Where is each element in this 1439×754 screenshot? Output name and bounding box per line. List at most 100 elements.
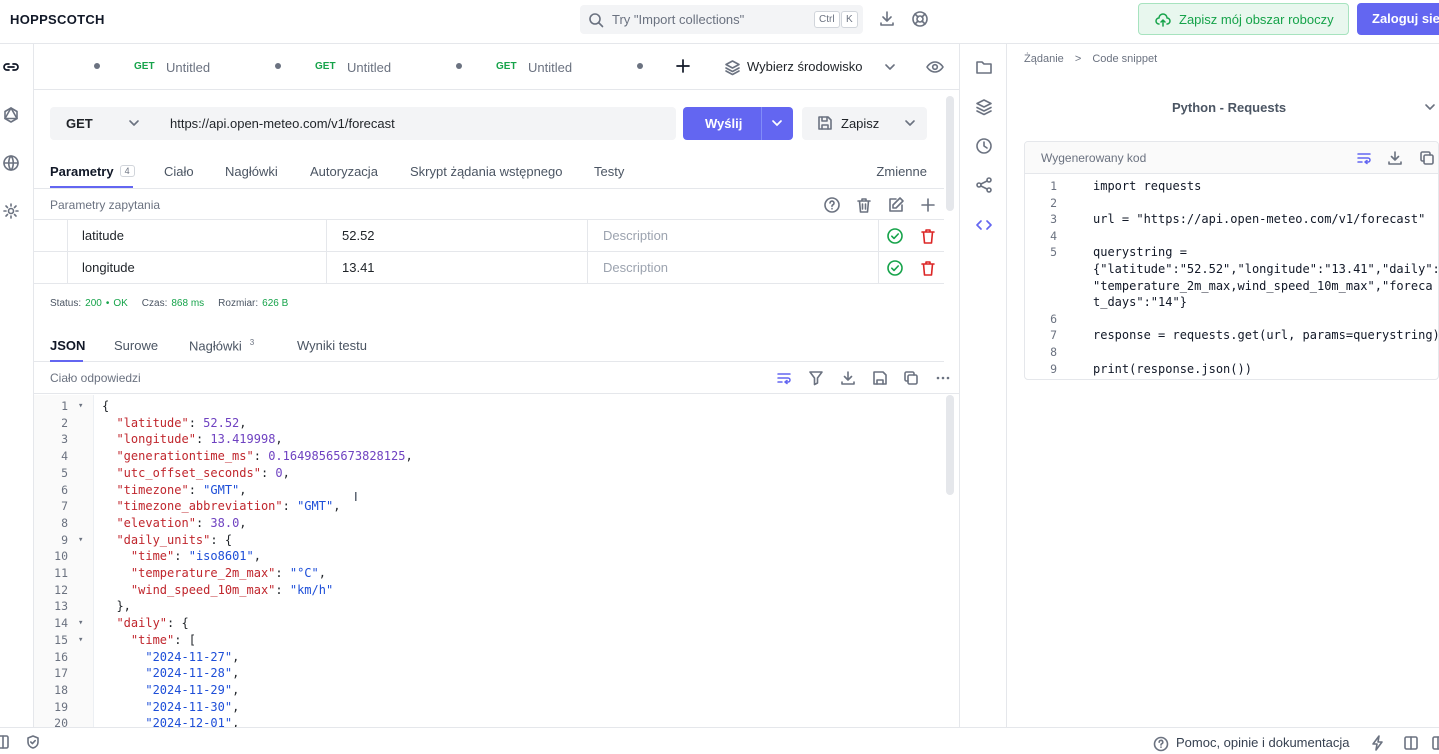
code-text: "2024-12-01", bbox=[102, 715, 239, 727]
request-tab[interactable]: GET Untitled bbox=[396, 44, 577, 90]
request-tab[interactable] bbox=[577, 44, 643, 90]
login-button[interactable]: Zaloguj sie bbox=[1357, 3, 1439, 35]
wrap-lines-icon[interactable] bbox=[776, 370, 792, 386]
code-line: 5 "utc_offset_seconds": 0, bbox=[34, 465, 934, 482]
trash-icon[interactable] bbox=[855, 196, 873, 214]
size-value: 626 B bbox=[262, 298, 289, 309]
delete-trash-icon[interactable] bbox=[919, 259, 937, 277]
save-disk-icon[interactable] bbox=[872, 370, 888, 386]
tab-tests[interactable]: Testy bbox=[594, 164, 624, 179]
line-number: 8 bbox=[1050, 345, 1057, 359]
app-logo[interactable]: HOPPSCOTCH bbox=[10, 12, 105, 27]
graphql-icon[interactable] bbox=[2, 106, 20, 124]
sidebar-right-icon[interactable] bbox=[1432, 735, 1439, 751]
copy-icon[interactable] bbox=[1419, 150, 1435, 166]
param-key[interactable]: latitude bbox=[82, 228, 124, 243]
download-icon[interactable] bbox=[1387, 150, 1403, 166]
settings-gear-icon[interactable] bbox=[2, 202, 20, 220]
shield-check-icon[interactable] bbox=[26, 735, 40, 749]
breadcrumb-request[interactable]: Żądanie bbox=[1024, 53, 1064, 65]
method-select[interactable]: GET bbox=[66, 116, 93, 131]
search-bar[interactable]: Try "Import collections" Ctrl K bbox=[580, 5, 863, 34]
chevron-down-icon[interactable] bbox=[771, 117, 783, 129]
tab-authorization[interactable]: Autoryzacja bbox=[310, 164, 378, 179]
line-number: 10 bbox=[54, 549, 68, 564]
more-options-icon[interactable] bbox=[935, 370, 951, 386]
bulk-edit-icon[interactable] bbox=[887, 196, 905, 214]
add-param-plus-icon[interactable] bbox=[919, 196, 937, 214]
param-description[interactable]: Description bbox=[603, 260, 668, 275]
editor-scrollbar[interactable] bbox=[946, 395, 954, 495]
history-clock-icon[interactable] bbox=[975, 137, 993, 155]
code-line: 9 ▾ "daily_units": { bbox=[34, 532, 934, 549]
tab-body[interactable]: Ciało bbox=[164, 164, 194, 179]
fold-toggle-icon[interactable]: ▾ bbox=[78, 615, 83, 632]
fold-toggle-icon[interactable]: ▾ bbox=[78, 632, 83, 649]
check-circle-icon[interactable] bbox=[886, 227, 904, 245]
fold-toggle-icon[interactable]: ▾ bbox=[78, 398, 83, 415]
chevron-down-icon[interactable] bbox=[128, 117, 140, 129]
param-value[interactable]: 52.52 bbox=[342, 228, 375, 243]
code-token: 0.16498565673828125 bbox=[268, 449, 406, 464]
save-workspace-button[interactable]: Zapisz mój obszar roboczy bbox=[1138, 3, 1349, 35]
tab-test-results[interactable]: Wyniki testu bbox=[297, 338, 367, 353]
help-label: Pomoc, opinie i dokumentacja bbox=[1176, 735, 1350, 750]
split-layout-icon[interactable] bbox=[1403, 735, 1419, 751]
add-tab-plus-icon[interactable] bbox=[675, 57, 691, 75]
tab-params[interactable]: Parametry 4 bbox=[50, 164, 135, 179]
code-token: 52.52 bbox=[203, 415, 240, 430]
generated-code-lines[interactable]: 1 import requests 2 3 url = "https://api.ope… bbox=[1025, 175, 1438, 379]
chevron-down-icon[interactable] bbox=[904, 117, 916, 129]
sidebar-toggle-icon[interactable] bbox=[0, 735, 12, 749]
environment-select[interactable]: Wybierz środowisko bbox=[724, 44, 904, 90]
support-icon[interactable] bbox=[911, 10, 929, 28]
response-body-editor[interactable]: 1 ▾{2 "latitude": 52.52, 3 "longitude": 13… bbox=[34, 395, 944, 727]
download-icon[interactable] bbox=[840, 370, 856, 386]
share-icon[interactable] bbox=[975, 176, 993, 194]
code-snippet-panel: Żądanie > Code snippet Python - Requests… bbox=[1008, 44, 1439, 727]
status-separator: • bbox=[105, 298, 110, 309]
send-button[interactable]: Wyślij bbox=[683, 107, 793, 140]
code-snippet-icon[interactable] bbox=[975, 216, 993, 234]
download-icon[interactable] bbox=[878, 10, 896, 28]
tab-headers[interactable]: Nagłówki bbox=[225, 164, 278, 179]
breadcrumb-snippet: Code snippet bbox=[1092, 53, 1158, 65]
save-request-button[interactable]: Zapisz bbox=[802, 107, 927, 140]
tab-prerequest-script[interactable]: Skrypt żądania wstępnego bbox=[410, 164, 562, 179]
tab-variables[interactable]: Zmienne bbox=[876, 164, 927, 179]
generated-code-title: Wygenerowany kod bbox=[1041, 151, 1147, 165]
cell-divider bbox=[67, 252, 68, 284]
link-icon[interactable] bbox=[2, 58, 20, 76]
code-text: "time": "iso8601", bbox=[102, 548, 261, 565]
lightning-shortcuts-icon[interactable] bbox=[1370, 735, 1386, 751]
copy-icon[interactable] bbox=[903, 370, 919, 386]
realtime-globe-icon[interactable] bbox=[2, 154, 20, 172]
folder-icon[interactable] bbox=[975, 58, 993, 76]
eye-icon[interactable] bbox=[926, 59, 944, 75]
code-line: 7 "timezone_abbreviation": "GMT", bbox=[34, 498, 934, 515]
param-value[interactable]: 13.41 bbox=[342, 260, 375, 275]
snippet-line: 4 bbox=[1025, 228, 1438, 245]
tab-json[interactable]: JSON bbox=[50, 338, 85, 353]
cell-divider bbox=[587, 220, 588, 252]
line-number: 3 bbox=[1050, 212, 1057, 227]
request-tab[interactable]: GET Untitled bbox=[215, 44, 396, 90]
check-circle-icon[interactable] bbox=[886, 259, 904, 277]
param-description[interactable]: Description bbox=[603, 228, 668, 243]
language-select[interactable]: Python - Requests bbox=[1024, 92, 1439, 122]
tab-raw[interactable]: Surowe bbox=[114, 338, 158, 353]
code-line: 17 "2024-11-28", bbox=[34, 665, 934, 682]
request-tab[interactable]: GET Untitled bbox=[34, 44, 215, 90]
tab-response-headers[interactable]: Nagłówki 3 bbox=[189, 338, 254, 353]
param-key[interactable]: longitude bbox=[82, 260, 135, 275]
send-divider bbox=[761, 107, 762, 140]
fold-toggle-icon[interactable]: ▾ bbox=[78, 532, 83, 549]
filter-icon[interactable] bbox=[808, 370, 824, 386]
request-tabs-bar: GET Untitled GET Untitled GET Untitled W… bbox=[34, 44, 959, 90]
wrap-lines-icon[interactable] bbox=[1356, 150, 1372, 166]
layers-icon[interactable] bbox=[975, 98, 993, 116]
delete-trash-icon[interactable] bbox=[919, 227, 937, 245]
url-input[interactable]: https://api.open-meteo.com/v1/forecast bbox=[170, 116, 395, 131]
editor-scrollbar[interactable] bbox=[946, 96, 954, 211]
help-icon[interactable] bbox=[823, 196, 841, 214]
